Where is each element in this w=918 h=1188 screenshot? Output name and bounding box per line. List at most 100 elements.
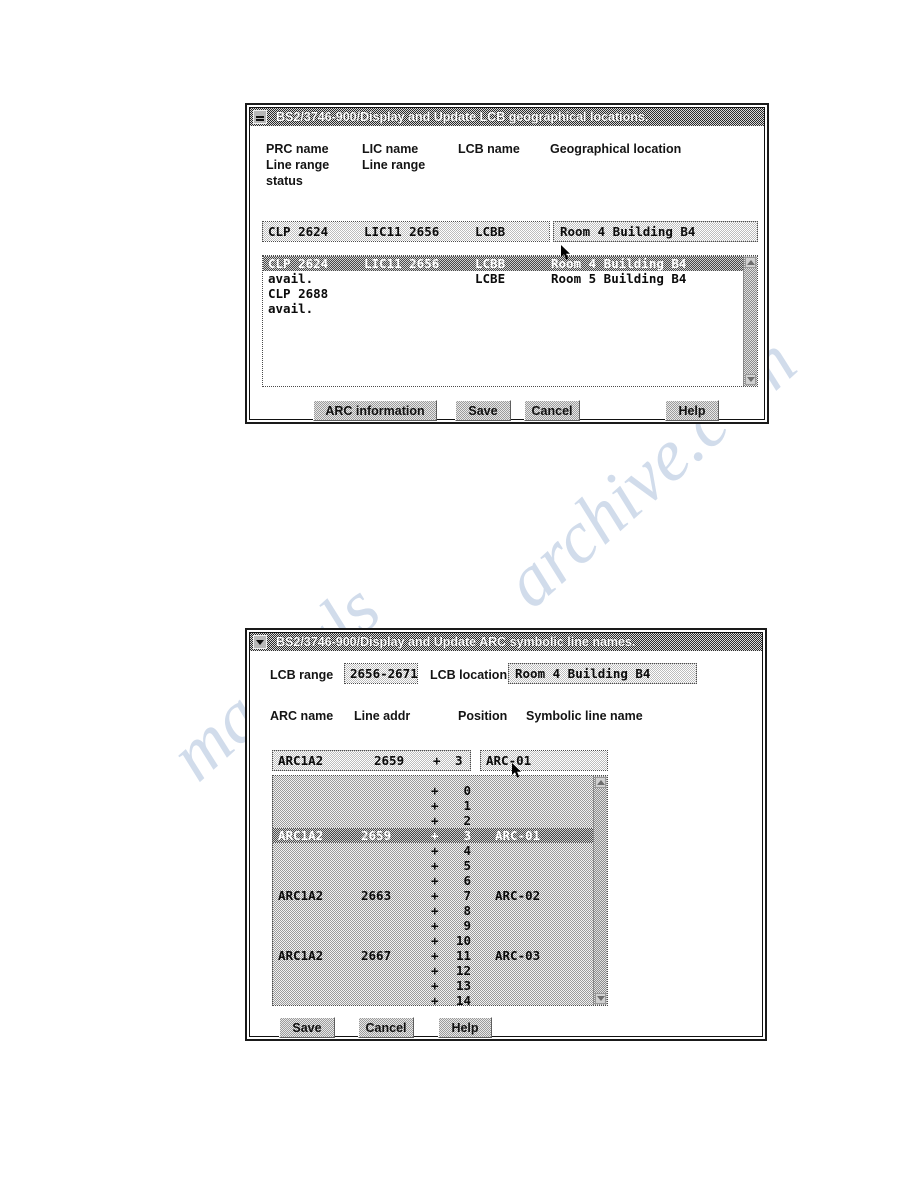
table-row[interactable]: +5	[273, 858, 593, 873]
symbolic-line-name-value: ARC-01	[486, 753, 532, 768]
cell-lcb: LCBB	[475, 256, 506, 271]
lcb-list-scrollbar[interactable]	[743, 256, 757, 386]
table-row[interactable]: CLP 2688	[263, 286, 743, 301]
lcb-list[interactable]: CLP 2624 LIC11 2656 LCBB Room 4 Building B4…	[262, 255, 758, 387]
cell-sign: +	[431, 783, 439, 798]
column-header-lcb-name: LCB name	[458, 142, 520, 156]
cell-sign: +	[431, 873, 439, 888]
window-menu-chevron-icon[interactable]	[253, 635, 267, 649]
cell-pos: 10	[455, 933, 471, 948]
cell-sign: +	[431, 828, 439, 843]
table-row[interactable]: CLP 2624 LIC11 2656 LCBB Room 4 Building B4	[263, 256, 743, 271]
cell-addr: 2659	[361, 828, 392, 843]
titlebar[interactable]: BS2/3746-900/Display and Update ARC symb…	[250, 633, 762, 651]
table-row[interactable]: +6	[273, 873, 593, 888]
window-frame: BS2/3746-900/Display and Update LCB geog…	[249, 107, 765, 421]
cell-prc: CLP 2624	[268, 256, 329, 271]
table-row[interactable]: +9	[273, 918, 593, 933]
window-menu-icon[interactable]	[253, 110, 267, 124]
scroll-up-icon[interactable]	[595, 777, 606, 788]
geographical-location-value: Room 4 Building B4	[560, 224, 696, 239]
window-title: BS2/3746-900/Display and Update LCB geog…	[276, 110, 649, 124]
window-lcb-geographical-locations: BS2/3746-900/Display and Update LCB geog…	[245, 103, 769, 424]
cell-prc: avail.	[268, 301, 314, 316]
help-button[interactable]: Help	[438, 1017, 492, 1038]
cell-sym: ARC-03	[495, 948, 541, 963]
cell-lic: LIC11 2656	[364, 256, 440, 271]
cell-loc: Room 5 Building B4	[551, 271, 687, 286]
position-sign-value: +	[433, 753, 441, 768]
prc-name-value: CLP 2624	[268, 224, 329, 239]
table-row[interactable]: +13	[273, 978, 593, 993]
column-header-prc-name: PRC name	[266, 142, 329, 156]
column-header-position: Position	[458, 709, 508, 723]
table-row[interactable]: +1	[273, 798, 593, 813]
cancel-button[interactable]: Cancel	[358, 1017, 414, 1038]
table-row[interactable]: +8	[273, 903, 593, 918]
cell-pos: 3	[463, 828, 471, 843]
titlebar[interactable]: BS2/3746-900/Display and Update LCB geog…	[250, 108, 764, 126]
help-button[interactable]: Help	[665, 400, 719, 421]
arc-entry-field-left[interactable]: ARC1A2 2659 + 3	[272, 750, 471, 771]
cell-pos: 9	[463, 918, 471, 933]
symbolic-line-name-input[interactable]: ARC-01	[480, 750, 608, 771]
cell-sign: +	[431, 843, 439, 858]
cell-pos: 12	[455, 963, 471, 978]
lcb-entry-field-left[interactable]: CLP 2624 LIC11 2656 LCBB	[262, 221, 550, 242]
cell-pos: 13	[455, 978, 471, 993]
table-row[interactable]: +0	[273, 783, 593, 798]
table-row[interactable]: +12	[273, 963, 593, 978]
lcb-name-value: LCBB	[475, 224, 506, 239]
column-header-arc-name: ARC name	[270, 709, 334, 723]
lcb-range-input[interactable]: 2656-2671	[344, 663, 418, 684]
save-button[interactable]: Save	[455, 400, 511, 421]
lcb-location-input[interactable]: Room 4 Building B4	[508, 663, 697, 684]
cell-arc: ARC1A2	[278, 948, 324, 963]
cancel-button[interactable]: Cancel	[524, 400, 580, 421]
table-row[interactable]: avail. LCBE Room 5 Building B4	[263, 271, 743, 286]
cell-sign: +	[431, 978, 439, 993]
cell-arc: ARC1A2	[278, 828, 324, 843]
arc-list[interactable]: +0 +1 +2 ARC1A2 2659 +3 ARC-01 +4 +5 +6 ARC1A2 2663…	[272, 775, 608, 1006]
cell-pos: 6	[463, 873, 471, 888]
table-row[interactable]: ARC1A2 2667 +11 ARC-03	[273, 948, 593, 963]
scroll-down-icon[interactable]	[595, 993, 606, 1004]
cell-sign: +	[431, 963, 439, 978]
lcb-range-label: LCB range	[270, 668, 334, 682]
table-row[interactable]: +2	[273, 813, 593, 828]
cell-pos: 11	[455, 948, 471, 963]
cell-addr: 2663	[361, 888, 392, 903]
cell-addr: 2667	[361, 948, 392, 963]
table-row[interactable]: +10	[273, 933, 593, 948]
cell-sign: +	[431, 813, 439, 828]
cell-pos: 7	[463, 888, 471, 903]
table-row[interactable]: ARC1A2 2659 +3 ARC-01	[273, 828, 593, 843]
window-frame: BS2/3746-900/Display and Update ARC symb…	[249, 632, 763, 1038]
arc-information-button[interactable]: ARC information	[313, 400, 437, 421]
lcb-range-value: 2656-2671	[350, 666, 418, 681]
window-client-area: LCB range 2656-2671 LCB location Room 4 …	[250, 651, 762, 1038]
cell-sign: +	[431, 798, 439, 813]
cell-sign: +	[431, 888, 439, 903]
window-arc-symbolic-line-names: BS2/3746-900/Display and Update ARC symb…	[245, 628, 767, 1041]
geographical-location-input[interactable]: Room 4 Building B4	[553, 221, 758, 242]
column-header-lic-name: LIC name	[362, 142, 419, 156]
cell-pos: 4	[463, 843, 471, 858]
save-button[interactable]: Save	[279, 1017, 335, 1038]
table-row[interactable]: +4	[273, 843, 593, 858]
cell-sign: +	[431, 858, 439, 873]
position-value: 3	[455, 753, 463, 768]
column-header-line-range-1: Line range	[266, 158, 330, 172]
column-header-line-addr: Line addr	[354, 709, 411, 723]
cell-sign: +	[431, 903, 439, 918]
column-header-symbolic-line-name: Symbolic line name	[526, 709, 643, 723]
scroll-down-icon[interactable]	[745, 374, 756, 385]
table-row[interactable]: +14	[273, 993, 593, 1005]
table-row[interactable]: ARC1A2 2663 +7 ARC-02	[273, 888, 593, 903]
table-row[interactable]: avail.	[263, 301, 743, 316]
cell-pos: 1	[463, 798, 471, 813]
cell-sym: ARC-02	[495, 888, 541, 903]
scroll-up-icon[interactable]	[745, 257, 756, 268]
cell-pos: 5	[463, 858, 471, 873]
arc-list-scrollbar[interactable]	[593, 776, 607, 1005]
